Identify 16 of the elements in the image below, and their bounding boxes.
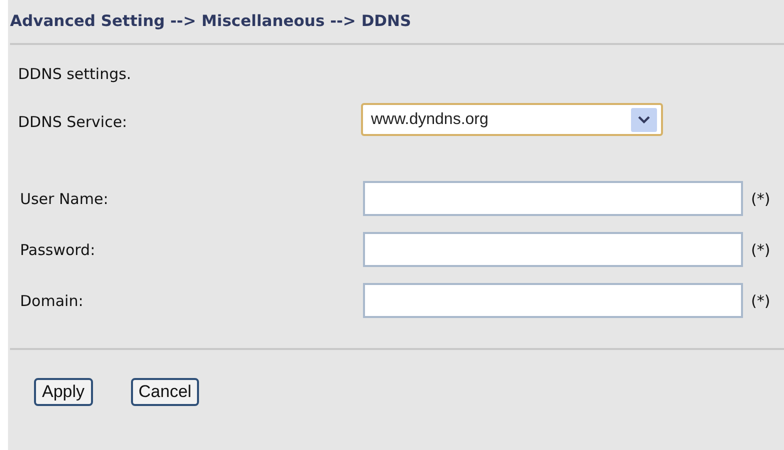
required-mark: (*) [751, 240, 770, 260]
required-mark: (*) [751, 188, 770, 210]
cancel-button[interactable]: Cancel [130, 378, 200, 406]
input-field[interactable] [363, 283, 743, 318]
description: DDNS settings. [17, 64, 132, 86]
input-field[interactable] [363, 232, 743, 268]
required-mark: (*) [751, 290, 770, 312]
input-field[interactable] [363, 181, 743, 216]
caret-icon [631, 108, 657, 132]
field-label: Password: [20, 240, 96, 260]
service-dropdown[interactable]: www.dyndns.org [361, 103, 663, 136]
breadcrumb: Advanced Setting --> Miscellaneous --> DDNS [9, 11, 412, 32]
field-label: User Name: [20, 188, 110, 210]
field-label: Domain: [20, 290, 84, 312]
field-label: DDNS Service: [18, 112, 128, 134]
apply-button[interactable]: Apply [34, 378, 93, 406]
